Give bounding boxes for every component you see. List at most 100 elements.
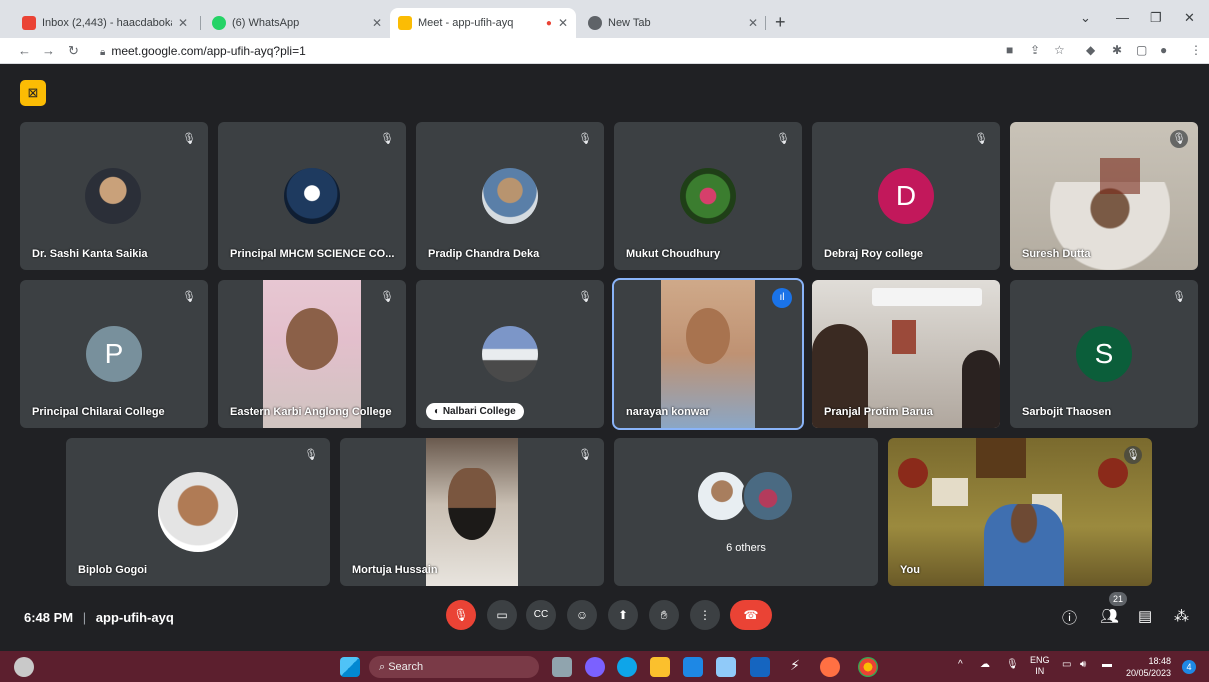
self-view-tile[interactable]: 🎙︎ You — [888, 438, 1152, 586]
participant-tile[interactable]: 🎙︎ Biplob Gogoi — [66, 438, 330, 586]
teams-icon[interactable] — [585, 657, 605, 677]
camera-toggle-button[interactable]: ▭ — [487, 600, 517, 630]
profile-icon[interactable]: ● — [1160, 43, 1167, 57]
face — [448, 468, 496, 540]
presentation-badge-icon[interactable]: ⊠ — [20, 80, 46, 106]
mic-tray-icon[interactable]: 🎙︎ — [1006, 659, 1019, 670]
emoji-button[interactable]: ☺ — [567, 600, 597, 630]
minimize-button[interactable]: — — [1116, 10, 1129, 25]
participant-tile[interactable]: 🎙︎ Mukut Choudhury — [614, 122, 802, 270]
avatar — [742, 470, 794, 522]
participant-tile-active-speaker[interactable]: ıl narayan konwar — [612, 278, 804, 430]
new-tab-button[interactable]: + — [775, 12, 786, 33]
avatar — [158, 472, 238, 552]
volume-icon[interactable]: 🔊︎ — [1080, 659, 1086, 670]
leave-call-button[interactable]: ☎︎ — [730, 600, 772, 630]
participant-tile[interactable]: 🎙︎ Principal MHCM SCIENCE CO... — [218, 122, 406, 270]
participant-tile[interactable]: 🎙︎ Eastern Karbi Anglong College — [218, 280, 406, 428]
info-icon[interactable]: ⓘ — [1062, 607, 1077, 628]
dropbox-icon[interactable] — [716, 657, 736, 677]
participant-tile[interactable]: 🎙︎ ◐ Nalbari College — [416, 280, 604, 428]
camera-icon[interactable]: ■ — [1006, 43, 1013, 57]
word-icon[interactable] — [750, 657, 770, 677]
cloud-icon[interactable]: ☁︎ — [980, 659, 990, 670]
avatar-letter: D — [878, 168, 934, 224]
battery-icon[interactable]: ▬ — [1102, 659, 1112, 670]
clock[interactable]: 18:48 20/05/2023 — [1126, 655, 1171, 679]
avatar — [482, 326, 538, 382]
puzzle-icon[interactable]: ✱ — [1112, 43, 1122, 57]
participant-tile[interactable]: 🎙︎ Dr. Sashi Kanta Saikia — [20, 122, 208, 270]
url-text: meet.google.com/app-ufih-ayq?pli=1 — [111, 44, 306, 58]
store-icon[interactable] — [683, 657, 703, 677]
tab-newtab[interactable]: New Tab ✕ — [580, 8, 766, 38]
tab-meet[interactable]: Meet - app-ufih-ayq ● ✕ — [390, 8, 576, 38]
separator: | — [82, 610, 87, 625]
firefox-icon[interactable] — [820, 657, 840, 677]
tab-title: Inbox (2,443) - haacdaboka@gm — [42, 17, 172, 29]
tab-gmail[interactable]: Inbox (2,443) - haacdaboka@gm ✕ — [14, 8, 196, 38]
participant-name: Dr. Sashi Kanta Saikia — [32, 248, 148, 260]
edge-icon[interactable] — [617, 657, 637, 677]
others-count-label: 6 others — [726, 542, 766, 554]
participant-tile[interactable]: Pranjal Protim Barua — [812, 280, 1000, 428]
activities-icon[interactable]: ⁂ — [1174, 607, 1189, 625]
tab-search-icon[interactable]: ⌄ — [1080, 10, 1091, 26]
forward-icon[interactable]: → — [42, 43, 55, 58]
present-button[interactable]: ⬆ — [608, 600, 638, 630]
close-window-button[interactable]: ✕ — [1184, 10, 1195, 26]
face — [686, 308, 730, 364]
avatar-letter: S — [1076, 326, 1132, 382]
more-options-button[interactable]: ⋮ — [690, 600, 720, 630]
tab-strip: Inbox (2,443) - haacdaboka@gm ✕ (6) What… — [0, 0, 1209, 38]
sidepanel-icon[interactable]: ▢ — [1136, 43, 1147, 57]
chrome-taskbar-icon[interactable] — [858, 657, 878, 677]
star-icon[interactable]: ☆ — [1054, 43, 1065, 57]
raise-hand-button[interactable]: ✋︎ — [649, 600, 679, 630]
wall-decor — [1098, 458, 1128, 488]
notification-badge[interactable]: 4 — [1182, 660, 1196, 674]
extension-icon[interactable]: ◆ — [1086, 43, 1095, 57]
participant-name: Mortuja Hussain — [352, 564, 438, 576]
chrome-icon — [588, 16, 602, 30]
url-field[interactable]: 🔒︎ meet.google.com/app-ufih-ayq?pli=1 — [100, 44, 306, 58]
language-indicator[interactable]: ENG IN — [1030, 655, 1050, 677]
restore-button[interactable]: ❐ — [1150, 10, 1162, 26]
weather-icon[interactable] — [14, 657, 34, 677]
back-icon[interactable]: ← — [18, 43, 31, 58]
menu-icon[interactable]: ⋮ — [1190, 43, 1202, 57]
chat-icon[interactable]: ▤ — [1138, 607, 1152, 625]
region: IN — [1035, 666, 1045, 676]
others-tile[interactable]: 6 others — [614, 438, 878, 586]
tab-whatsapp[interactable]: (6) WhatsApp ✕ — [204, 8, 390, 38]
gmail-icon — [22, 16, 36, 30]
close-icon[interactable]: ✕ — [558, 16, 568, 30]
participant-tile[interactable]: S 🎙︎ Sarbojit Thaosen — [1010, 280, 1198, 428]
mic-off-icon: 🎙︎ — [578, 133, 592, 145]
participant-name: Nalbari College — [442, 406, 516, 417]
share-icon[interactable]: ⇪ — [1030, 43, 1040, 57]
network-icon[interactable]: ▭ — [1062, 659, 1071, 670]
task-view-icon[interactable] — [552, 657, 572, 677]
participant-tile[interactable]: D 🎙︎ Debraj Roy college — [812, 122, 1000, 270]
close-icon[interactable]: ✕ — [748, 16, 758, 30]
captions-button[interactable]: CC — [526, 600, 556, 630]
wall-picture — [892, 320, 916, 354]
close-icon[interactable]: ✕ — [372, 16, 382, 30]
people-icon[interactable]: 👥︎ — [1100, 607, 1119, 625]
participant-name: Suresh Dutta — [1022, 248, 1091, 260]
taskbar-search[interactable]: ⌕ Search — [369, 656, 539, 678]
participant-name: Biplob Gogoi — [78, 564, 148, 576]
lock-icon: 🔒︎ — [100, 47, 106, 58]
participant-tile[interactable]: 🎙︎ Suresh Dutta — [1010, 122, 1198, 270]
windows-start-icon[interactable] — [340, 657, 360, 677]
mic-toggle-button[interactable]: 🎙︎ — [446, 600, 476, 630]
participant-tile[interactable]: 🎙︎ Pradip Chandra Deka — [416, 122, 604, 270]
file-explorer-icon[interactable] — [650, 657, 670, 677]
participant-tile[interactable]: P 🎙︎ Principal Chilarai College — [20, 280, 208, 428]
reload-icon[interactable]: ↻ — [68, 43, 79, 59]
close-icon[interactable]: ✕ — [178, 16, 188, 30]
bolt-icon[interactable]: ⚡︎ — [785, 657, 805, 677]
tray-overflow-icon[interactable]: ^ — [958, 659, 963, 670]
participant-tile[interactable]: 🎙︎ Mortuja Hussain — [340, 438, 604, 586]
